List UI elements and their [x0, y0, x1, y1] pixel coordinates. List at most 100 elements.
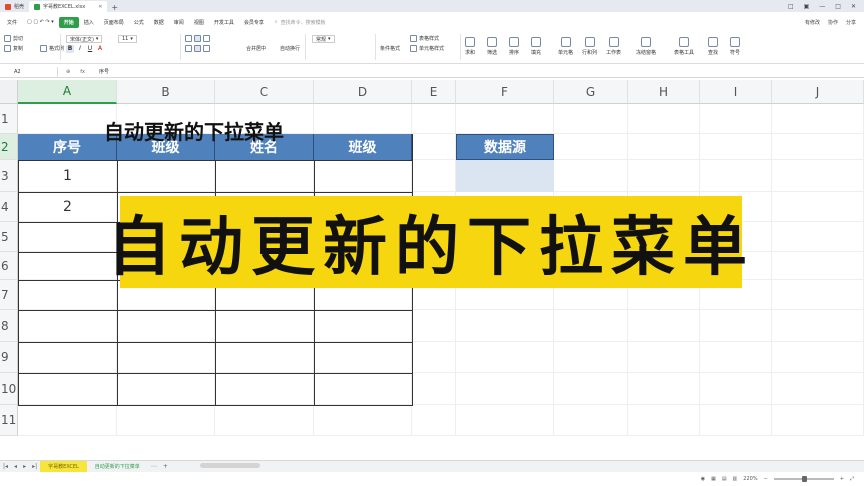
- sort-button[interactable]: 排序: [509, 37, 519, 56]
- grid-cell[interactable]: [772, 134, 864, 160]
- cell-style-button[interactable]: 单元格样式: [410, 45, 444, 52]
- grid-cell[interactable]: [628, 310, 700, 342]
- grid-cell[interactable]: [628, 134, 700, 160]
- menu-view[interactable]: 视图: [189, 17, 209, 28]
- underline-button[interactable]: U: [86, 45, 94, 53]
- grid-cell[interactable]: [18, 104, 117, 134]
- table-cell[interactable]: 2: [18, 192, 117, 222]
- menu-developer[interactable]: 开发工具: [209, 17, 239, 28]
- column-header-e[interactable]: E: [412, 80, 456, 104]
- grid-cell[interactable]: [314, 104, 412, 134]
- menu-formulas[interactable]: 公式: [129, 17, 149, 28]
- grid-cell[interactable]: [554, 373, 628, 405]
- row-header-10[interactable]: 10: [0, 373, 18, 405]
- conditional-format-button[interactable]: 条件格式: [380, 45, 400, 52]
- grid-cell[interactable]: [700, 134, 772, 160]
- font-family-select[interactable]: 宋体(正文) ▾: [66, 35, 103, 43]
- zoom-out-icon[interactable]: −: [764, 476, 768, 482]
- grid-cell[interactable]: [772, 405, 864, 436]
- grid-cell[interactable]: [18, 405, 117, 436]
- name-box[interactable]: A2: [0, 66, 58, 77]
- row-header-6[interactable]: 6: [0, 252, 18, 280]
- row-header-8[interactable]: 8: [0, 310, 18, 342]
- row-header-11[interactable]: 11: [0, 405, 18, 436]
- menu-member[interactable]: 会员专享: [239, 17, 269, 28]
- grid-cell[interactable]: [554, 104, 628, 134]
- grid-cell[interactable]: [554, 134, 628, 160]
- grid-cell[interactable]: [412, 310, 456, 342]
- collaborate-button[interactable]: 协作: [828, 19, 838, 26]
- filter-button[interactable]: 筛选: [487, 37, 497, 56]
- fullscreen-icon[interactable]: ⤢: [850, 476, 854, 482]
- grid-cell[interactable]: [772, 104, 864, 134]
- row-header-2[interactable]: 2: [0, 134, 18, 160]
- grid-cell[interactable]: [412, 160, 456, 192]
- grid-cell[interactable]: [554, 405, 628, 436]
- file-tab-workbook[interactable]: 宇哥教EXCEL.xlsx ✕: [29, 1, 108, 12]
- zoom-level[interactable]: 220%: [743, 476, 757, 482]
- sheet-tab-2[interactable]: 自动更新的下拉菜单: [87, 461, 148, 472]
- column-header-i[interactable]: I: [700, 80, 772, 104]
- formula-input[interactable]: 序号: [93, 68, 109, 75]
- grid-cell[interactable]: [700, 373, 772, 405]
- table-tools-button[interactable]: 表格工具: [674, 37, 694, 56]
- grid-cell[interactable]: [772, 160, 864, 192]
- grid-cell[interactable]: [412, 405, 456, 436]
- column-header-j[interactable]: J: [772, 80, 864, 104]
- worksheet-button[interactable]: 工作表: [606, 37, 621, 56]
- column-header-f[interactable]: F: [456, 80, 554, 104]
- grid-cell[interactable]: [412, 134, 456, 160]
- grid-cell[interactable]: [772, 280, 864, 310]
- column-header-g[interactable]: G: [554, 80, 628, 104]
- grid-cell[interactable]: [772, 310, 864, 342]
- freeze-panes-button[interactable]: 冻结窗格: [636, 37, 656, 56]
- sum-button[interactable]: 求和: [465, 37, 475, 56]
- page-break-icon[interactable]: ▥: [733, 476, 738, 482]
- grid-cell[interactable]: [554, 342, 628, 373]
- font-color-button[interactable]: A: [96, 45, 104, 53]
- grid-cell[interactable]: [700, 405, 772, 436]
- grid-cell[interactable]: [700, 342, 772, 373]
- grid-cell[interactable]: [628, 342, 700, 373]
- grid-cell[interactable]: [772, 222, 864, 252]
- cell-button[interactable]: 单元格: [558, 37, 573, 56]
- column-header-b[interactable]: B: [117, 80, 215, 104]
- wrap-text-button[interactable]: 自动换行: [280, 45, 300, 52]
- row-header-5[interactable]: 5: [0, 222, 18, 252]
- number-format-select[interactable]: 常规 ▾: [312, 35, 335, 43]
- symbol-button[interactable]: 符号: [730, 37, 740, 56]
- new-tab-icon[interactable]: +: [107, 3, 122, 12]
- last-sheet-icon[interactable]: ▸|: [29, 463, 40, 470]
- zoom-formula-icon[interactable]: ⊕: [66, 69, 70, 75]
- grid-cell[interactable]: [700, 310, 772, 342]
- align-horizontal-buttons[interactable]: [185, 45, 210, 52]
- maximize-icon[interactable]: □: [835, 3, 841, 10]
- grid-cell[interactable]: [700, 160, 772, 192]
- file-tab-dake[interactable]: 稻壳: [0, 1, 29, 12]
- grid-cell[interactable]: [772, 192, 864, 222]
- bold-button[interactable]: B: [66, 45, 74, 53]
- row-header-4[interactable]: 4: [0, 192, 18, 222]
- select-all-corner[interactable]: [0, 80, 18, 104]
- grid-cell[interactable]: [628, 373, 700, 405]
- menu-data[interactable]: 数据: [149, 17, 169, 28]
- grid-cell[interactable]: [628, 160, 700, 192]
- minimize-icon[interactable]: —: [819, 3, 825, 10]
- source-cell[interactable]: [456, 160, 554, 192]
- merge-center-button[interactable]: 合并居中: [246, 45, 266, 52]
- menu-review[interactable]: 审阅: [169, 17, 189, 28]
- fx-icon[interactable]: fx: [80, 69, 85, 75]
- grid-cell[interactable]: [628, 405, 700, 436]
- zoom-in-icon[interactable]: +: [840, 476, 844, 482]
- zoom-slider[interactable]: [773, 476, 834, 482]
- grid-cell[interactable]: [412, 104, 456, 134]
- grid-cell[interactable]: [554, 160, 628, 192]
- align-top-buttons[interactable]: [185, 35, 210, 42]
- menu-page-layout[interactable]: 页面布局: [99, 17, 129, 28]
- menu-insert[interactable]: 插入: [79, 17, 99, 28]
- copy-button[interactable]: 复制: [4, 45, 23, 52]
- grid-cell[interactable]: [456, 342, 554, 373]
- grid-cell[interactable]: [456, 373, 554, 405]
- first-sheet-icon[interactable]: |◂: [0, 463, 11, 470]
- grid-cell[interactable]: [456, 104, 554, 134]
